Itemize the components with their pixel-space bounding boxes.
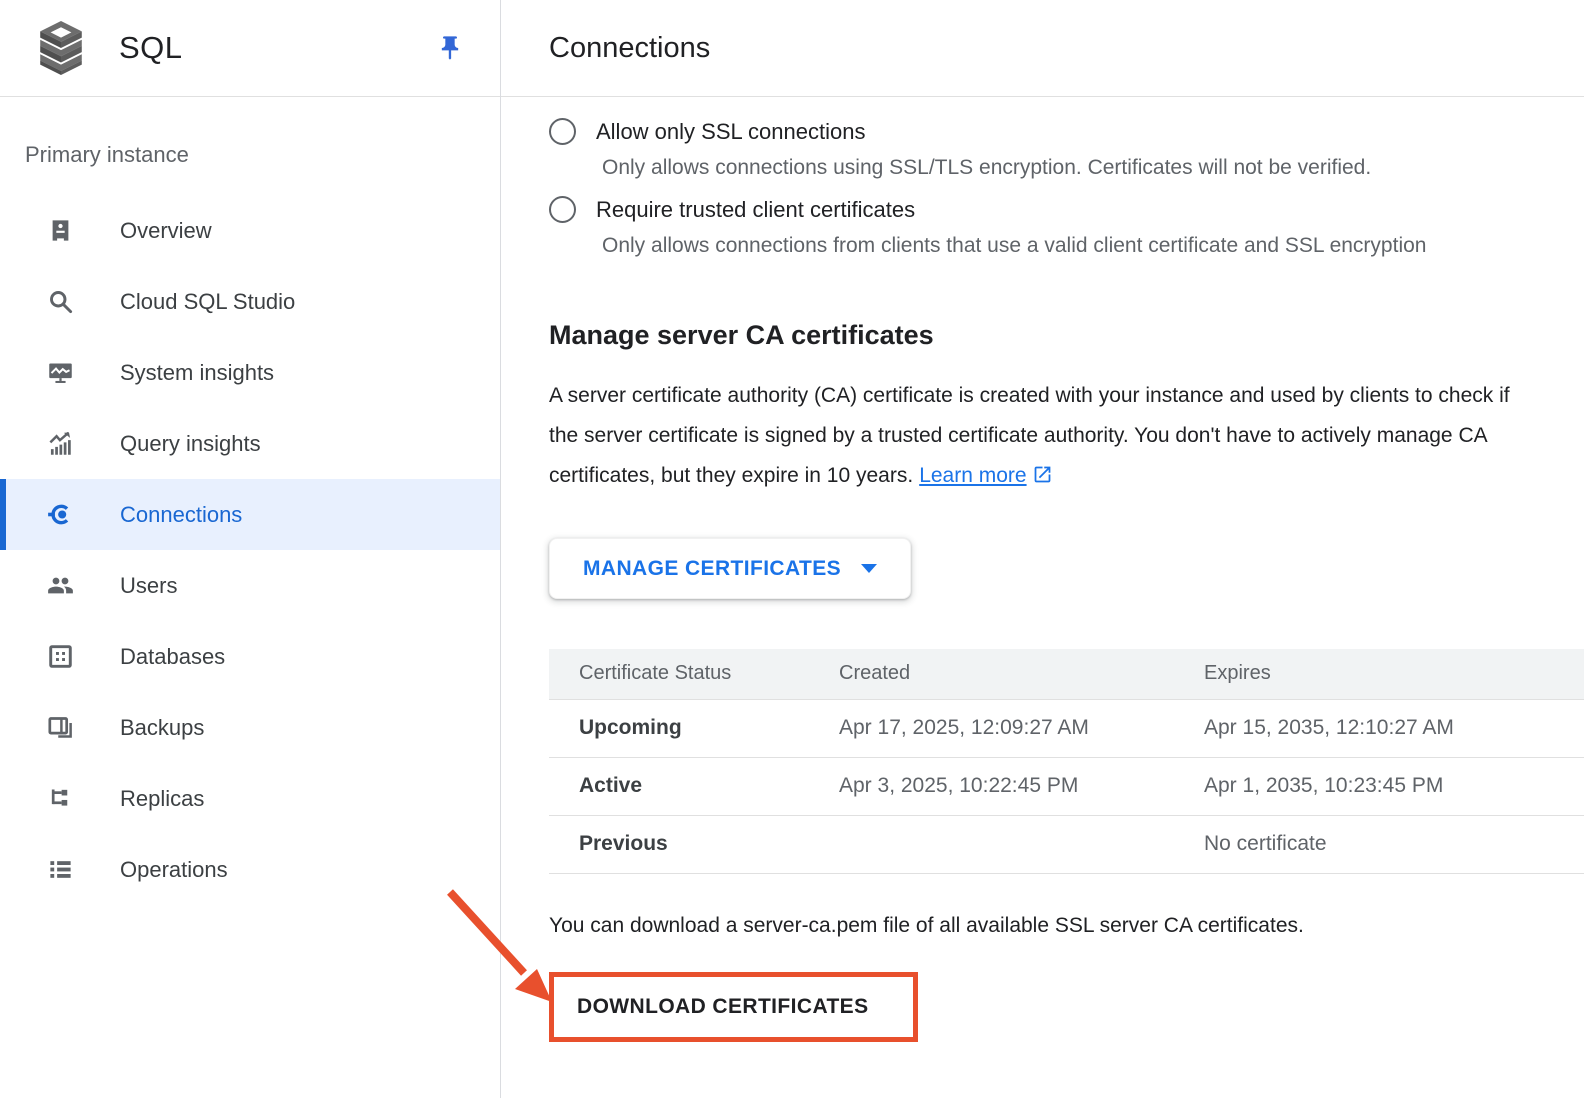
radio-label: Require trusted client certificates <box>596 197 915 223</box>
sidebar-item-overview[interactable]: Overview <box>0 195 500 266</box>
manage-certificates-label: MANAGE CERTIFICATES <box>583 557 841 581</box>
sidebar-item-label: Connections <box>120 502 242 528</box>
sidebar: SQL Primary instance Overview Clo <box>0 0 501 1098</box>
pin-icon[interactable] <box>436 33 464 63</box>
table-row: Previous No certificate <box>549 815 1584 873</box>
product-name: SQL <box>119 30 183 66</box>
databases-icon <box>47 643 74 670</box>
page-header: Connections <box>501 0 1584 97</box>
operations-icon <box>47 856 74 883</box>
radio-row[interactable]: Allow only SSL connections <box>549 118 1584 145</box>
search-icon <box>47 288 74 315</box>
cert-expires: No certificate <box>1174 815 1584 873</box>
radio-row[interactable]: Require trusted client certificates <box>549 196 1584 223</box>
connections-content: Allow only SSL connections Only allows c… <box>501 97 1584 1042</box>
ca-description-text: A server certificate authority (CA) cert… <box>549 384 1510 487</box>
query-insights-icon <box>47 430 74 457</box>
sidebar-item-backups[interactable]: Backups <box>0 692 500 763</box>
section-heading: Manage server CA certificates <box>549 320 1584 351</box>
radio-description: Only allows connections from clients tha… <box>602 234 1562 258</box>
cloud-sql-logo-icon <box>36 21 86 75</box>
sidebar-item-label: Operations <box>120 857 228 883</box>
sidebar-item-query-insights[interactable]: Query insights <box>0 408 500 479</box>
sidebar-item-users[interactable]: Users <box>0 550 500 621</box>
sidebar-item-label: System insights <box>120 360 274 386</box>
radio-label: Allow only SSL connections <box>596 119 865 145</box>
sidebar-item-label: Replicas <box>120 786 204 812</box>
sidebar-item-operations[interactable]: Operations <box>0 834 500 905</box>
certificates-table: Certificate Status Created Expires Upcom… <box>549 649 1584 874</box>
sidebar-item-databases[interactable]: Databases <box>0 621 500 692</box>
chevron-down-icon <box>861 564 877 573</box>
table-row: Active Apr 3, 2025, 10:22:45 PM Apr 1, 2… <box>549 757 1584 815</box>
cert-expires: Apr 1, 2035, 10:23:45 PM <box>1174 757 1584 815</box>
ssl-option-require-client-certs: Require trusted client certificates Only… <box>549 196 1584 258</box>
download-certificates-button[interactable]: DOWNLOAD CERTIFICATES <box>554 977 913 1037</box>
sidebar-header: SQL <box>0 0 500 97</box>
sidebar-item-label: Backups <box>120 715 204 741</box>
cert-created <box>809 815 1174 873</box>
sidebar-item-label: Query insights <box>120 431 261 457</box>
sidebar-item-label: Users <box>120 573 177 599</box>
sidebar-item-label: Databases <box>120 644 225 670</box>
radio-button[interactable] <box>549 196 576 223</box>
sidebar-nav: Overview Cloud SQL Studio System insight… <box>0 195 500 905</box>
page-title: Connections <box>549 32 710 65</box>
cloud-sql-console: SQL Primary instance Overview Clo <box>0 0 1584 1098</box>
table-row: Upcoming Apr 17, 2025, 12:09:27 AM Apr 1… <box>549 699 1584 757</box>
sidebar-item-connections[interactable]: Connections <box>0 479 500 550</box>
manage-certificates-button[interactable]: MANAGE CERTIFICATES <box>549 538 911 599</box>
cert-status: Previous <box>549 815 809 873</box>
main-panel: Connections Allow only SSL connections O… <box>501 0 1584 1098</box>
sidebar-item-replicas[interactable]: Replicas <box>0 763 500 834</box>
annotation-highlight-box: DOWNLOAD CERTIFICATES <box>549 972 918 1042</box>
connections-icon <box>47 501 74 528</box>
users-icon <box>47 572 74 599</box>
radio-button[interactable] <box>549 118 576 145</box>
replicas-icon <box>47 785 74 812</box>
column-header-certificate-status: Certificate Status <box>549 649 809 699</box>
backups-icon <box>47 714 74 741</box>
sidebar-item-cloud-sql-studio[interactable]: Cloud SQL Studio <box>0 266 500 337</box>
section-body: A server certificate authority (CA) cert… <box>549 376 1541 496</box>
learn-more-link[interactable]: Learn more <box>919 464 1026 487</box>
download-note: You can download a server-ca.pem file of… <box>549 914 1584 938</box>
cert-created: Apr 3, 2025, 10:22:45 PM <box>809 757 1174 815</box>
cert-status: Active <box>549 757 809 815</box>
instance-section-label: Primary instance <box>0 97 500 195</box>
cert-created: Apr 17, 2025, 12:09:27 AM <box>809 699 1174 757</box>
table-header-row: Certificate Status Created Expires <box>549 649 1584 699</box>
sidebar-item-label: Overview <box>120 218 212 244</box>
cert-expires: Apr 15, 2035, 12:10:27 AM <box>1174 699 1584 757</box>
sidebar-item-system-insights[interactable]: System insights <box>0 337 500 408</box>
system-insights-icon <box>47 359 74 386</box>
sidebar-item-label: Cloud SQL Studio <box>120 289 295 315</box>
open-in-new-icon <box>1032 464 1053 485</box>
overview-icon <box>47 217 74 244</box>
radio-description: Only allows connections using SSL/TLS en… <box>602 156 1562 180</box>
column-header-created: Created <box>809 649 1174 699</box>
column-header-expires: Expires <box>1174 649 1584 699</box>
cert-status: Upcoming <box>549 699 809 757</box>
ssl-option-allow-only-ssl: Allow only SSL connections Only allows c… <box>549 118 1584 180</box>
